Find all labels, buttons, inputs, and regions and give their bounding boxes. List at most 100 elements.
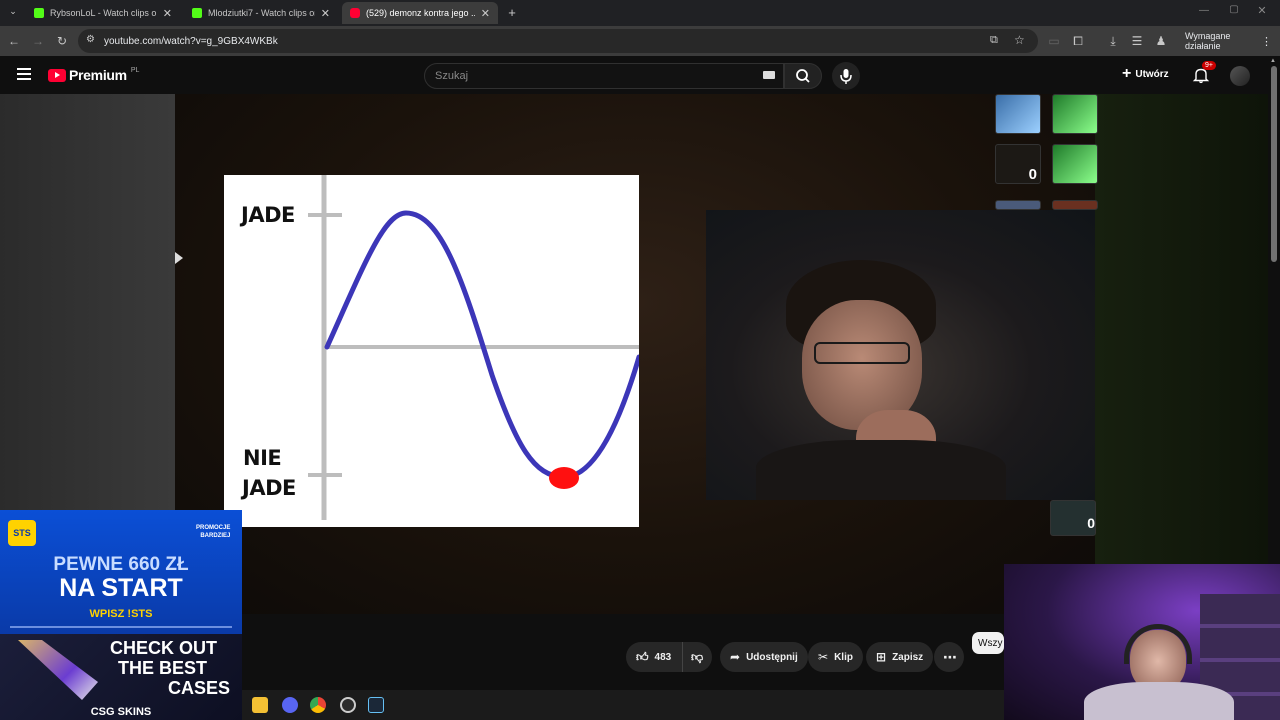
discord-icon[interactable]: [282, 697, 298, 713]
create-button[interactable]: + Utwórz: [1122, 66, 1169, 82]
streamer-glasses: [814, 342, 910, 364]
facecam-overlay: [1004, 564, 1280, 720]
search-icon: [796, 69, 810, 83]
logo-text: Premium: [69, 67, 127, 83]
plus-icon: +: [1122, 65, 1132, 82]
sts-ad-banner[interactable]: STS PROMOCJE BARDZIEJ PEWNE 660 ZŁ NA ST…: [0, 510, 242, 634]
install-app-icon[interactable]: ⧉: [990, 34, 998, 47]
meme-graph: JADE NIE JADE: [224, 175, 639, 527]
promo-tag: PROMOCJE BARDZIEJ: [196, 525, 231, 539]
item-count: 0: [1087, 515, 1095, 531]
microphone-icon: [840, 69, 852, 84]
url-text: youtube.com/watch?v=g_9GBX4WKBk: [104, 35, 278, 47]
ad-line-1: PEWNE 660 ZŁ: [53, 554, 189, 575]
like-button[interactable]: 👍︎ 483: [626, 642, 682, 672]
tab-search-icon[interactable]: ⌄: [6, 6, 20, 20]
save-button[interactable]: ⊞ Zapisz: [866, 642, 934, 672]
youtube-icon: [350, 8, 360, 18]
item-count: 0: [1028, 166, 1037, 183]
keyboard-icon[interactable]: [763, 71, 775, 79]
game-skill-icon: [1052, 94, 1098, 134]
graph-top-label: JADE: [241, 203, 295, 227]
sts-logo: STS: [8, 520, 36, 546]
knife-graphic: [18, 640, 98, 700]
headphones: [1124, 624, 1192, 664]
extension-icon[interactable]: ▭: [1046, 33, 1062, 49]
streamer-webcam: [706, 210, 1095, 500]
account-avatar[interactable]: [1230, 66, 1250, 86]
bookmark-star-icon[interactable]: ☆: [1014, 33, 1025, 47]
download-icon[interactable]: ⤓: [1105, 33, 1121, 49]
video-right-panel: [1095, 94, 1268, 614]
search-input[interactable]: Szukaj: [424, 63, 784, 89]
scroll-up-arrow[interactable]: ▲: [1270, 58, 1276, 64]
hamburger-menu-icon[interactable]: [17, 68, 31, 80]
kick-icon: [34, 8, 44, 18]
taskbar: [242, 690, 1004, 720]
obs-icon[interactable]: [340, 697, 356, 713]
more-menu-icon[interactable]: ⋮: [1261, 35, 1272, 48]
share-button[interactable]: ➦ Udostępnij: [720, 642, 808, 672]
thumbs-up-icon: 👍︎: [636, 649, 649, 664]
graph-bottom-label-1: NIE: [243, 446, 282, 470]
tab-title: (529) demonz kontra jego ...: [366, 8, 475, 18]
mouse-cursor: [175, 252, 183, 264]
clip-button[interactable]: ✂ Klip: [808, 642, 863, 672]
maximize-button[interactable]: ▢: [1226, 4, 1242, 15]
streamer-shirt: [756, 440, 1006, 500]
share-arrow-icon: ➦: [730, 650, 741, 664]
voice-search-button[interactable]: [832, 62, 860, 90]
back-icon[interactable]: ←: [6, 33, 22, 49]
game-skill-icon: [1052, 200, 1098, 210]
action-required-button[interactable]: Wymagane działanie ⋮: [1177, 30, 1280, 52]
reading-list-icon[interactable]: ☰: [1129, 33, 1145, 49]
close-window-button[interactable]: ✕: [1254, 4, 1270, 17]
game-skill-icon: [1052, 144, 1098, 184]
tab-title: Mlodziutki7 - Watch clips on Kick: [208, 8, 315, 18]
folder-icon[interactable]: [252, 697, 268, 713]
more-actions-button[interactable]: ⋯: [934, 642, 964, 672]
csg-line-1: CHECK OUT: [110, 638, 217, 658]
site-info-icon[interactable]: ⚙: [86, 34, 95, 45]
logo-region: PL: [130, 66, 140, 74]
new-tab-button[interactable]: +: [504, 5, 520, 21]
search-button[interactable]: [784, 63, 822, 89]
reload-icon[interactable]: ↻: [54, 33, 70, 49]
ad-line-2: NA START: [59, 574, 183, 602]
more-dots-icon: ⋯: [943, 648, 957, 665]
game-skill-icon: [995, 94, 1041, 134]
red-dot: [549, 467, 579, 489]
facecam-body: [1084, 682, 1234, 720]
csg-skins-ad[interactable]: CHECK OUT THE BEST CASES CSG SKINS: [0, 634, 242, 720]
forward-icon[interactable]: →: [30, 33, 46, 49]
close-tab-icon[interactable]: ✕: [163, 7, 172, 20]
chrome-icon[interactable]: [310, 697, 326, 713]
profile-avatar[interactable]: ♟: [1153, 33, 1169, 49]
minimize-button[interactable]: —: [1196, 5, 1212, 16]
filter-chip-all[interactable]: Wszy: [972, 632, 1004, 654]
close-tab-icon[interactable]: ✕: [481, 7, 490, 20]
notification-badge: 9+: [1202, 61, 1216, 70]
scrollbar-thumb[interactable]: [1271, 66, 1277, 262]
browser-tab-strip: ⌄ RybsonLoL - Watch clips on Kick ✕ Mlod…: [0, 0, 1280, 26]
kick-icon: [192, 8, 202, 18]
youtube-premium-logo[interactable]: Premium PL: [48, 67, 139, 83]
csg-brand: CSG SKINS: [90, 706, 152, 718]
ad-code: WPISZ !STS: [89, 608, 153, 620]
extensions-puzzle-icon[interactable]: ⧠: [1070, 33, 1086, 49]
csg-line-3: CASES: [168, 678, 231, 698]
close-tab-icon[interactable]: ✕: [321, 7, 330, 20]
csg-line-2: THE BEST: [118, 658, 208, 678]
dislike-button[interactable]: 👎︎: [682, 642, 712, 672]
tab-title: RybsonLoL - Watch clips on Kick: [50, 8, 157, 18]
graph-bottom-label-2: JADE: [242, 476, 296, 500]
game-item-icon: 0: [995, 144, 1041, 184]
thumbs-down-icon: 👎︎: [691, 649, 704, 664]
address-bar[interactable]: ⚙ youtube.com/watch?v=g_9GBX4WKBk ⧉ ☆: [78, 29, 1038, 53]
tab-youtube[interactable]: (529) demonz kontra jego ... ✕: [342, 2, 498, 24]
game-skill-icon: [995, 200, 1041, 210]
tab-rybsonlol[interactable]: RybsonLoL - Watch clips on Kick ✕: [26, 2, 180, 24]
steam-icon[interactable]: [368, 697, 384, 713]
notifications-button[interactable]: 9+: [1192, 61, 1216, 86]
tab-mlodziutki[interactable]: Mlodziutki7 - Watch clips on Kick ✕: [184, 2, 338, 24]
